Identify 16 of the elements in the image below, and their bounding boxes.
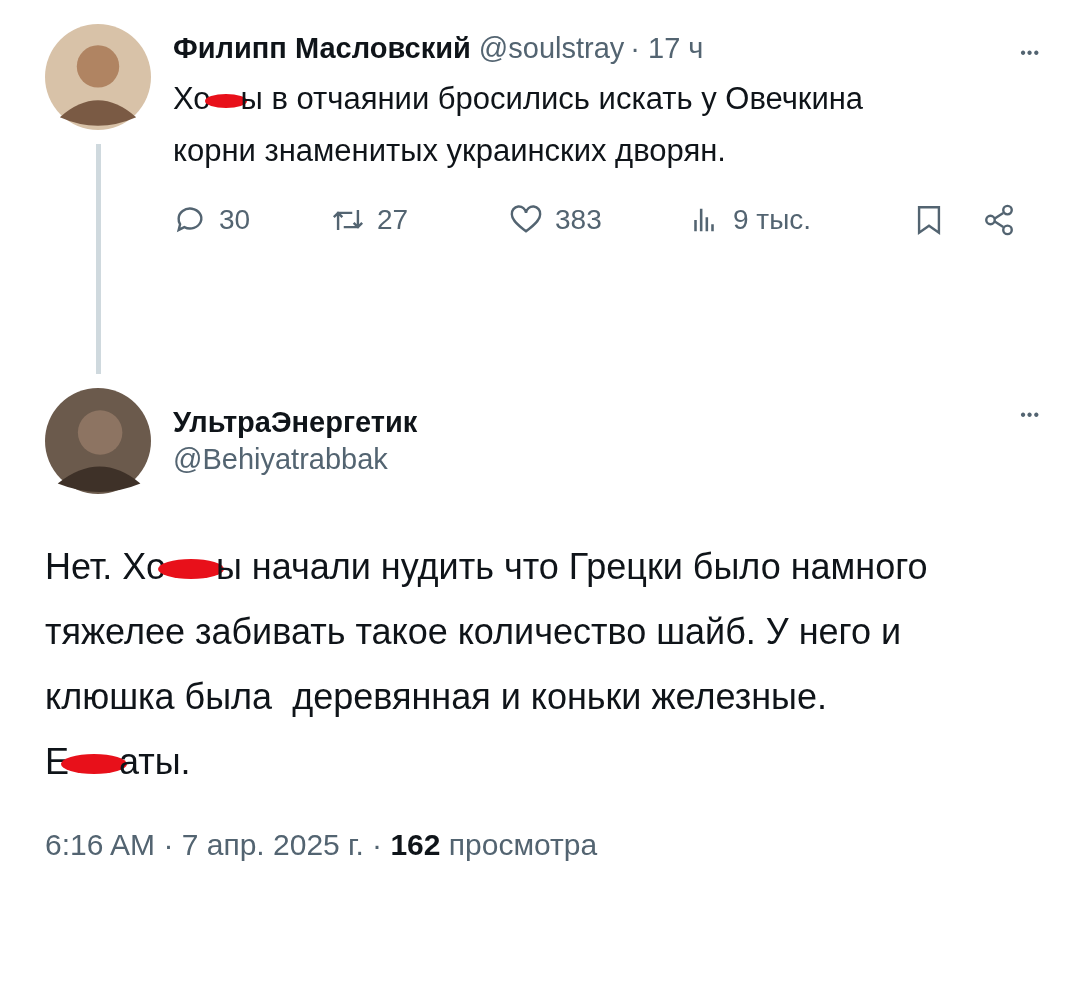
like-button[interactable]: 383 bbox=[509, 203, 687, 237]
views-button[interactable]: 9 тыс. bbox=[687, 203, 912, 237]
share-button[interactable] bbox=[982, 203, 1016, 237]
post-meta: 6:16 AM · 7 апр. 2025 г. · 162 просмотра bbox=[45, 828, 599, 862]
author-handle[interactable]: @soulstray bbox=[478, 32, 625, 65]
avatar[interactable] bbox=[45, 388, 151, 494]
reply-button[interactable]: 30 bbox=[173, 203, 331, 237]
post-time: · 17 ч bbox=[630, 32, 704, 65]
author-handle[interactable]: @Behiyatrabbak bbox=[173, 443, 418, 476]
author-name[interactable]: Филипп Масловский bbox=[173, 32, 471, 65]
share-icon bbox=[982, 203, 1016, 237]
repost-button[interactable]: 27 bbox=[331, 203, 509, 237]
author-name[interactable]: УльтраЭнергетик bbox=[173, 406, 418, 439]
more-button[interactable]: ••• bbox=[1020, 406, 1040, 424]
more-button[interactable]: ••• bbox=[1020, 44, 1040, 62]
avatar[interactable] bbox=[45, 24, 151, 130]
